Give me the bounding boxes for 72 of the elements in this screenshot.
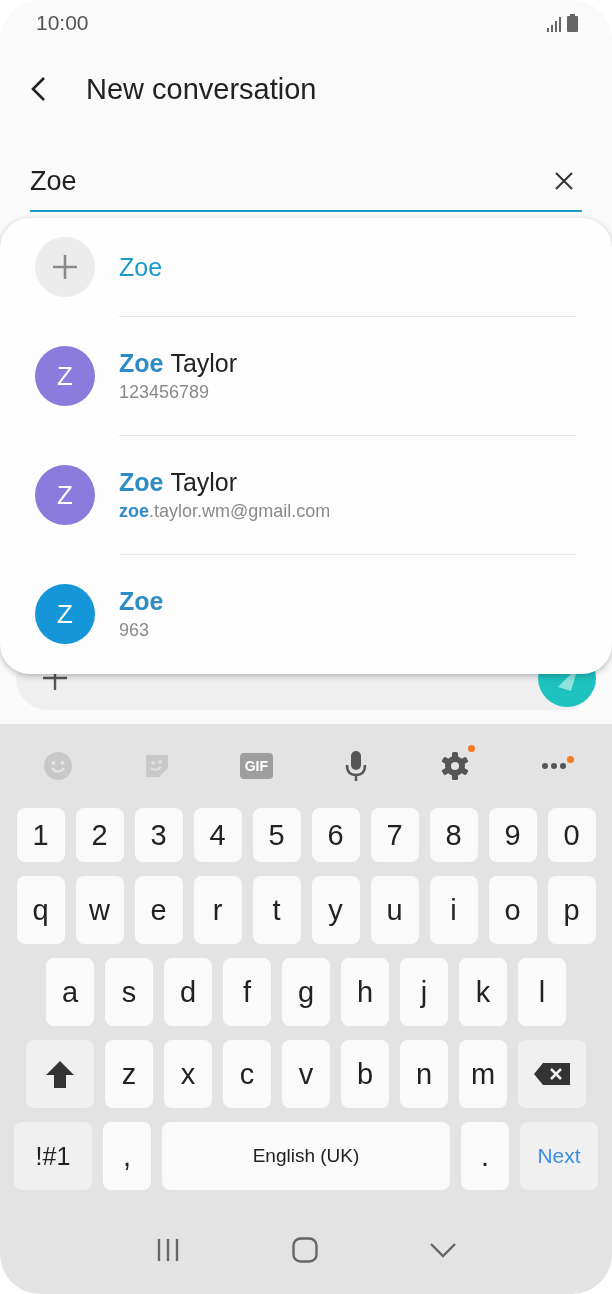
contact-item[interactable]: Z Zoe Taylor 123456789 [0,317,612,435]
home-icon[interactable] [292,1237,318,1263]
keyboard-key[interactable]: f [223,958,271,1026]
shift-arrow-icon [45,1059,75,1089]
keyboard-key[interactable]: 8 [429,808,478,862]
keyboard-key[interactable]: 0 [547,808,596,862]
more-icon[interactable] [541,762,568,770]
clear-icon[interactable] [554,171,574,191]
notification-dot [567,756,575,763]
keyboard-key[interactable]: u [370,876,419,944]
contact-avatar: Z [35,584,95,644]
keyboard-key[interactable]: g [282,958,330,1026]
contact-detail: 963 [119,620,151,641]
keyboard-key[interactable]: q [16,876,65,944]
keyboard-key[interactable]: , [103,1122,151,1190]
keyboard-key[interactable]: 1 [16,808,65,862]
keyboard-key[interactable]: z [105,1040,153,1108]
backspace-key[interactable] [518,1040,586,1108]
signal-icon [546,16,562,32]
contact-item[interactable]: Z Zoe Taylor zoe.taylor.wm@gmail.com [0,436,612,554]
keyboard-key[interactable]: k [459,958,507,1026]
keyboard-key[interactable]: b [341,1040,389,1108]
keyboard-key[interactable]: . [461,1122,509,1190]
keyboard-key[interactable]: l [518,958,566,1026]
contact-name: Zoe Taylor [119,349,238,378]
chevron-down-icon[interactable] [430,1242,456,1258]
contact-avatar: Z [35,465,95,525]
keyboard-key[interactable]: j [400,958,448,1026]
battery-icon [567,14,578,32]
keyboard-key[interactable]: r [193,876,242,944]
keyboard-key[interactable]: p [547,876,596,944]
plus-icon [35,237,95,297]
keyboard-key[interactable]: y [311,876,360,944]
contact-name: Zoe [119,587,164,616]
keyboard-key[interactable]: a [46,958,94,1026]
keyboard-key[interactable]: w [75,876,124,944]
contact-item[interactable]: Z Zoe 963 [0,555,612,673]
notification-dot [467,745,475,752]
settings-icon[interactable] [439,751,470,781]
keyboard-key[interactable]: m [459,1040,507,1108]
keyboard-key[interactable]: n [400,1040,448,1108]
keyboard-key[interactable]: 3 [134,808,183,862]
recipient-field[interactable]: Zoe [30,152,582,212]
keyboard-key[interactable]: 4 [193,808,242,862]
status-time: 10:00 [36,11,89,35]
contact-detail: 123456789 [119,382,211,403]
space-key[interactable]: English (UK) [162,1122,450,1190]
keyboard-key[interactable]: 6 [311,808,360,862]
shift-key[interactable] [26,1040,94,1108]
microphone-icon[interactable] [343,750,368,782]
keyboard-key[interactable]: v [282,1040,330,1108]
recent-apps-icon[interactable] [156,1238,180,1262]
keyboard-key[interactable]: 5 [252,808,301,862]
keyboard-key[interactable]: t [252,876,301,944]
back-icon[interactable] [30,76,46,102]
page-title: New conversation [86,72,317,106]
keyboard-key[interactable]: i [429,876,478,944]
keyboard-key[interactable]: h [341,958,389,1026]
keyboard-key[interactable]: o [488,876,537,944]
keyboard-key[interactable]: 2 [75,808,124,862]
keyboard-key[interactable]: x [164,1040,212,1108]
keyboard-key[interactable]: s [105,958,153,1026]
contact-name: Zoe Taylor [119,468,239,497]
keyboard-key[interactable]: 9 [488,808,537,862]
contact-detail: zoe.taylor.wm@gmail.com [119,501,331,522]
keyboard-key[interactable]: d [164,958,212,1026]
keyboard-key[interactable]: c [223,1040,271,1108]
keyboard-key[interactable]: 7 [370,808,419,862]
symbols-key[interactable]: !#1 [14,1122,92,1190]
contact-avatar: Z [35,346,95,406]
backspace-icon [534,1063,570,1085]
keyboard-key[interactable]: e [134,876,183,944]
